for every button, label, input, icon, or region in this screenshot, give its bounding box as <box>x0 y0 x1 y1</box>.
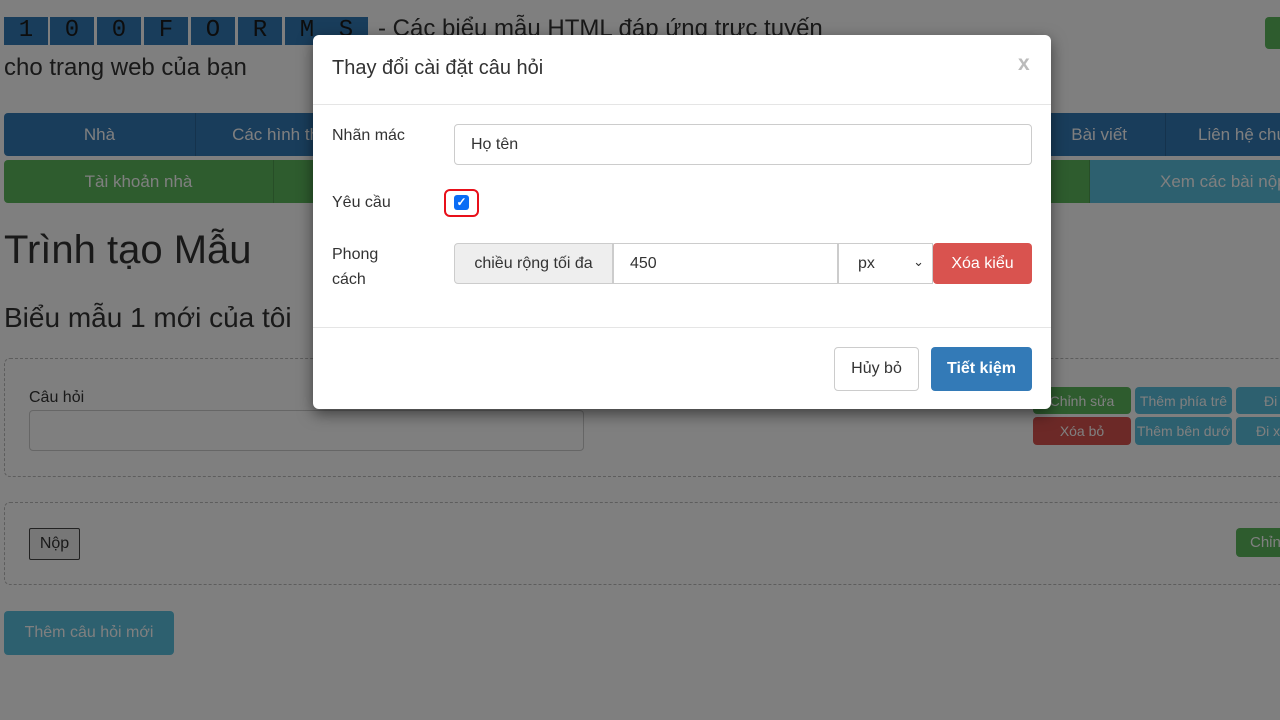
footer-divider <box>313 327 1051 328</box>
max-width-input[interactable]: 450 <box>613 243 838 284</box>
label-field-label: Nhãn mác <box>332 127 405 144</box>
header-divider <box>313 104 1051 105</box>
max-width-addon: chiều rộng tối đa <box>454 243 613 284</box>
clear-style-button[interactable]: Xóa kiểu <box>933 243 1032 284</box>
question-settings-modal: Thay đổi cài đặt câu hỏi x Nhãn mác Họ t… <box>313 35 1051 409</box>
close-icon[interactable]: x <box>1018 52 1030 76</box>
required-label: Yêu cầu <box>332 194 391 211</box>
unit-select[interactable]: px ⌄ <box>838 243 933 284</box>
style-label-line1: Phong <box>332 246 379 263</box>
chevron-down-icon: ⌄ <box>913 254 924 269</box>
style-label-line2: cách <box>332 271 366 288</box>
required-checkbox[interactable]: ✓ <box>454 195 469 210</box>
modal-title: Thay đổi cài đặt câu hỏi <box>332 57 544 79</box>
unit-value: px <box>858 254 875 272</box>
cancel-button[interactable]: Hủy bỏ <box>834 347 919 391</box>
label-input[interactable]: Họ tên <box>454 124 1032 165</box>
save-button[interactable]: Tiết kiệm <box>931 347 1032 391</box>
